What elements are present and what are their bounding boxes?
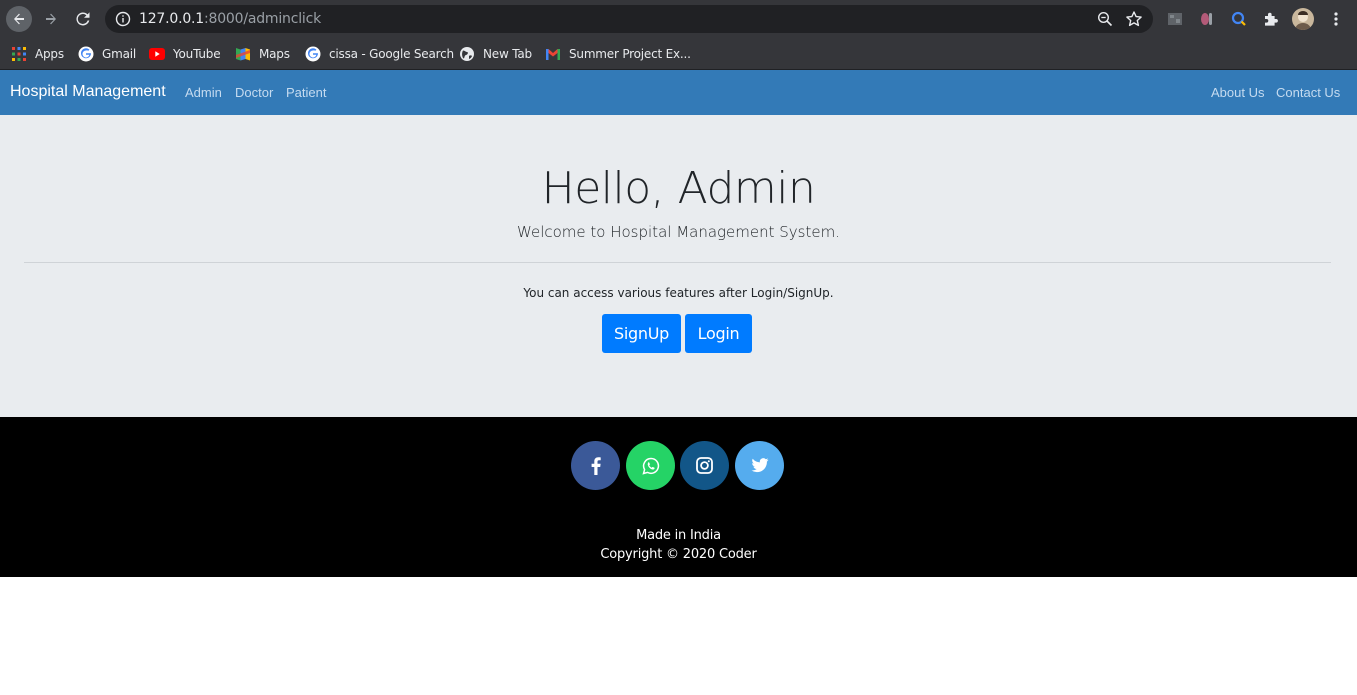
access-message: You can access various features after Lo… — [523, 286, 834, 300]
youtube-icon — [149, 46, 165, 62]
nav-link-patient[interactable]: Patient — [286, 85, 326, 101]
bookmark-cissa-search[interactable]: cissa - Google Search — [305, 38, 454, 70]
bookmark-label: Summer Project Ex... — [569, 47, 691, 61]
bookmark-label: Apps — [35, 47, 64, 61]
nav-link-admin[interactable]: Admin — [185, 85, 222, 101]
gmail-icon — [545, 46, 561, 62]
site-footer: Made in India Copyright © 2020 Coder — [0, 417, 1357, 577]
twitter-icon — [751, 458, 768, 473]
instagram-icon — [696, 457, 713, 474]
whatsapp-button[interactable] — [626, 441, 675, 490]
bookmark-label: Maps — [259, 47, 290, 61]
info-icon[interactable] — [115, 11, 131, 27]
address-bar[interactable]: 127.0.0.1:8000/adminclick — [105, 5, 1153, 33]
page-heading: Hello, Admin — [541, 163, 816, 214]
bookmark-label: New Tab — [483, 47, 532, 61]
reload-button[interactable] — [70, 6, 96, 32]
forward-button[interactable] — [38, 6, 64, 32]
whatsapp-icon — [641, 457, 659, 475]
bookmarks-bar: Apps Gmail YouTube Maps cissa - Google S… — [0, 38, 1357, 70]
navbar-brand[interactable]: Hospital Management — [10, 82, 166, 102]
bookmark-label: Gmail — [102, 47, 137, 61]
footer-copyright: Copyright © 2020 Coder — [600, 547, 757, 562]
nav-link-doctor[interactable]: Doctor — [235, 85, 273, 101]
globe-icon — [459, 46, 475, 62]
maps-icon — [235, 46, 251, 62]
bookmark-new-tab[interactable]: New Tab — [459, 38, 532, 70]
arrow-left-icon — [14, 13, 24, 25]
facebook-button[interactable] — [571, 441, 620, 490]
bookmark-label: cissa - Google Search — [329, 47, 454, 61]
extension-search-icon[interactable] — [1229, 9, 1249, 29]
url-text[interactable]: 127.0.0.1:8000/adminclick — [139, 11, 321, 27]
arrow-right-icon — [46, 13, 56, 25]
bookmark-maps[interactable]: Maps — [235, 38, 290, 70]
bookmark-youtube[interactable]: YouTube — [149, 38, 221, 70]
extensions-puzzle-icon[interactable] — [1261, 9, 1281, 29]
facebook-icon — [591, 456, 601, 475]
url-host: 127.0.0.1 — [139, 11, 204, 27]
reload-icon — [76, 12, 90, 26]
footer-made-in: Made in India — [636, 528, 721, 543]
browser-menu-icon[interactable] — [1326, 9, 1346, 29]
bookmark-summer-project[interactable]: Summer Project Ex... — [545, 38, 691, 70]
google-icon — [305, 46, 321, 62]
profile-avatar[interactable] — [1292, 8, 1314, 30]
nav-link-about-us[interactable]: About Us — [1211, 85, 1264, 101]
back-button[interactable] — [6, 6, 32, 32]
extension-color-icon[interactable] — [1197, 9, 1217, 29]
nav-link-contact-us[interactable]: Contact Us — [1276, 85, 1340, 101]
lead-text: Welcome to Hospital Management System. — [517, 223, 840, 241]
twitter-button[interactable] — [735, 441, 784, 490]
zoom-icon[interactable] — [1097, 11, 1113, 27]
instagram-button[interactable] — [680, 441, 729, 490]
site-navbar: Hospital Management Admin Doctor Patient… — [0, 70, 1357, 115]
apps-grid-icon — [11, 46, 27, 62]
extension-screenshot-icon[interactable] — [1165, 9, 1185, 29]
bookmark-apps[interactable]: Apps — [11, 38, 64, 70]
google-icon — [78, 46, 94, 62]
login-button[interactable]: Login — [685, 314, 752, 353]
bookmark-gmail[interactable]: Gmail — [78, 38, 136, 70]
bookmark-label: YouTube — [173, 47, 221, 61]
divider — [24, 262, 1331, 263]
browser-toolbar: 127.0.0.1:8000/adminclick — [0, 0, 1357, 38]
signup-button[interactable]: SignUp — [602, 314, 681, 353]
url-path: :8000/adminclick — [204, 11, 322, 27]
bookmark-star-icon[interactable] — [1125, 10, 1143, 28]
jumbotron: Hello, Admin Welcome to Hospital Managem… — [0, 115, 1357, 417]
